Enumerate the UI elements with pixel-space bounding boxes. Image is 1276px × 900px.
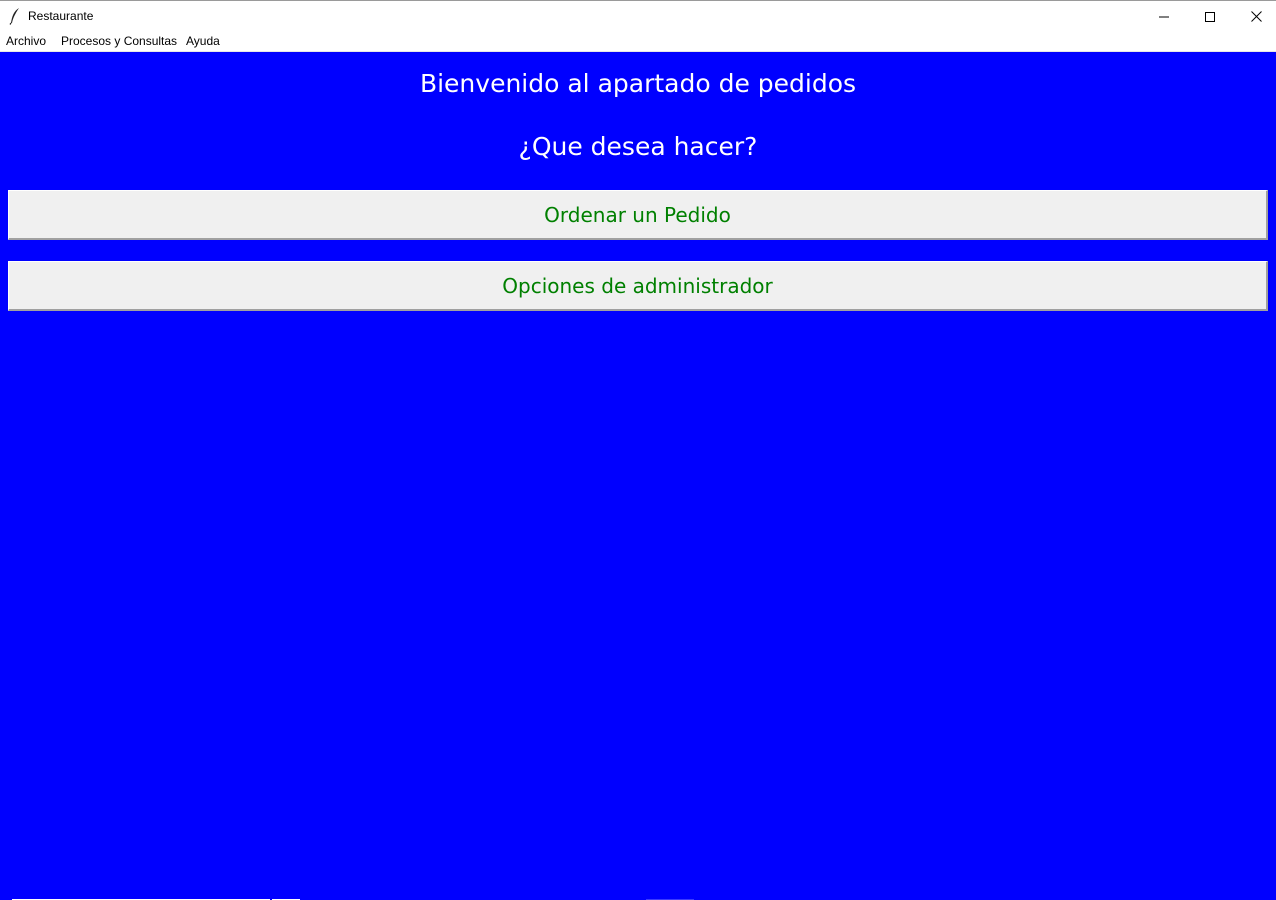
main-panel: Bienvenido al apartado de pedidos ¿Que d… — [0, 52, 1276, 900]
app-window: Restaurante Archivo Procesos y Consultas… — [0, 0, 1276, 900]
minimize-icon — [1159, 7, 1169, 26]
feather-icon — [8, 7, 22, 25]
title-bar[interactable]: Restaurante — [0, 1, 1276, 31]
maximize-button[interactable] — [1187, 1, 1233, 31]
minimize-button[interactable] — [1141, 1, 1187, 31]
menu-procesos-y-consultas[interactable]: Procesos y Consultas — [61, 34, 177, 48]
menu-ayuda[interactable]: Ayuda — [186, 34, 220, 48]
maximize-icon — [1205, 7, 1215, 26]
prompt-heading: ¿Que desea hacer? — [518, 132, 758, 161]
menu-bar: Archivo Procesos y Consultas Ayuda — [0, 31, 1276, 52]
admin-options-button[interactable]: Opciones de administrador — [8, 261, 1268, 311]
window-title: Restaurante — [28, 9, 94, 23]
order-button[interactable]: Ordenar un Pedido — [8, 190, 1268, 240]
menu-archivo[interactable]: Archivo — [6, 34, 46, 48]
close-button[interactable] — [1233, 1, 1276, 31]
close-icon — [1250, 7, 1262, 26]
welcome-heading: Bienvenido al apartado de pedidos — [419, 69, 857, 98]
